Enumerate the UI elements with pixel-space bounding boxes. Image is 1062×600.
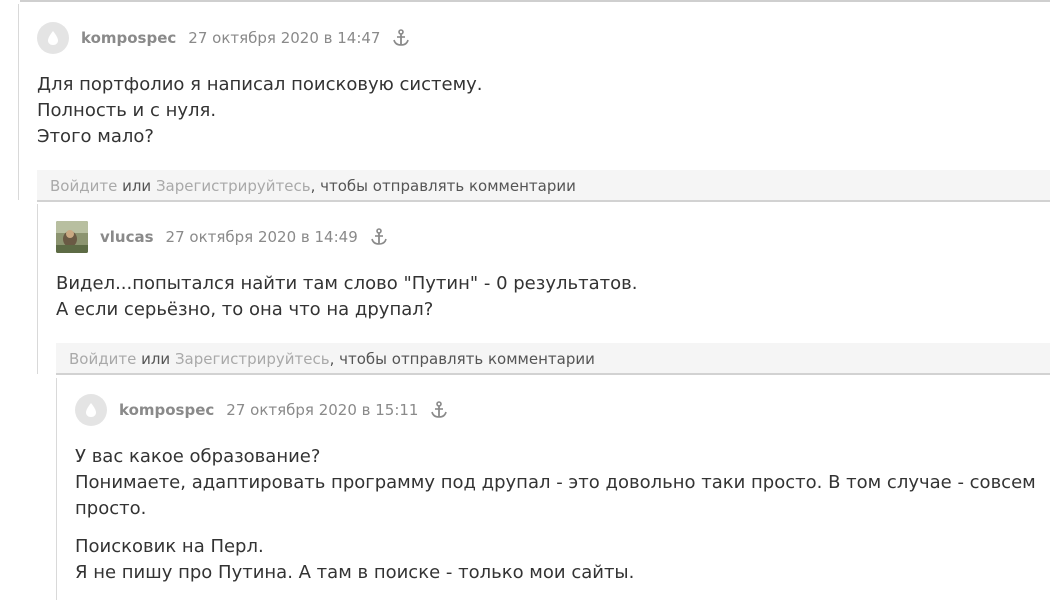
comment-paragraph: У вас какое образование? Понимаете, адап… xyxy=(75,446,1036,519)
comment-author[interactable]: kompospec xyxy=(81,29,176,47)
anchor-icon[interactable] xyxy=(430,401,448,419)
comment: vlucas 27 октября 2020 в 14:49 Видел...п… xyxy=(37,204,1050,375)
avatar[interactable] xyxy=(75,394,107,426)
comment-paragraph: Поисковик на Перл. Я не пишу про Путина.… xyxy=(75,536,635,583)
avatar[interactable] xyxy=(37,22,69,54)
comment: kompospec 27 октября 2020 в 14:47 Для по… xyxy=(18,4,1050,202)
login-to-comment-bar: Войдите или Зарегистрируйтесь, чтобы отп… xyxy=(37,170,1050,202)
register-link[interactable]: Зарегистрируйтесь xyxy=(156,177,311,195)
user-avatar-placeholder-icon xyxy=(48,31,58,45)
top-divider xyxy=(20,0,1050,2)
comment-body: У вас какое образование? Понимаете, адап… xyxy=(75,444,1045,586)
comment-author[interactable]: kompospec xyxy=(119,401,214,419)
comment-paragraph: Для портфолио я написал поисковую систем… xyxy=(37,74,483,147)
thread-line xyxy=(18,4,19,200)
thread-line xyxy=(56,378,57,600)
comment: kompospec 27 октября 2020 в 15:11 У вас … xyxy=(56,378,1050,600)
login-to-comment-bar: Войдите или Зарегистрируйтесь, чтобы отп… xyxy=(56,343,1050,375)
comment-body: Видел...попытался найти там слово "Путин… xyxy=(56,271,1026,323)
login-link[interactable]: Войдите xyxy=(69,350,136,368)
login-link[interactable]: Войдите xyxy=(50,177,117,195)
anchor-icon[interactable] xyxy=(370,228,388,246)
comment-meta: kompospec 27 октября 2020 в 14:47 xyxy=(37,22,410,54)
comment-meta: vlucas 27 октября 2020 в 14:49 xyxy=(56,221,388,253)
anchor-icon[interactable] xyxy=(392,29,410,47)
thread-line xyxy=(37,204,38,374)
comment-paragraph: Видел...попытался найти там слово "Путин… xyxy=(56,273,638,320)
comment-author[interactable]: vlucas xyxy=(100,228,154,246)
comment-meta: kompospec 27 октября 2020 в 15:11 xyxy=(75,394,448,426)
comment-date[interactable]: 27 октября 2020 в 14:49 xyxy=(166,228,358,246)
comment-body: Для портфолио я написал поисковую систем… xyxy=(37,72,1027,150)
avatar[interactable] xyxy=(56,221,88,253)
user-avatar-placeholder-icon xyxy=(86,403,96,417)
register-link[interactable]: Зарегистрируйтесь xyxy=(175,350,330,368)
comment-date[interactable]: 27 октября 2020 в 14:47 xyxy=(188,29,380,47)
comment-date[interactable]: 27 октября 2020 в 15:11 xyxy=(226,401,418,419)
